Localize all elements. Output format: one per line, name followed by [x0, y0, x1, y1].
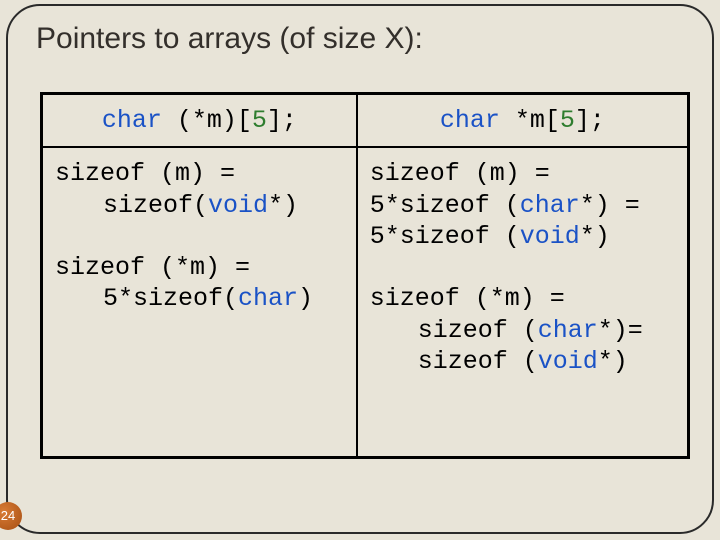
body-cell-left: sizeof (m) = sizeof(void*) sizeof (*m) =… [42, 147, 357, 457]
code-table: char (*m)[5]; char *m[5]; sizeof (m) = s… [40, 92, 690, 459]
code-right: sizeof (m) = 5*sizeof (char*) = 5*sizeof… [370, 158, 675, 377]
decl-left: char (*m)[5]; [102, 106, 297, 135]
table-body-row: sizeof (m) = sizeof(void*) sizeof (*m) =… [42, 147, 689, 457]
code-left: sizeof (m) = sizeof(void*) sizeof (*m) =… [55, 158, 344, 314]
slide-title: Pointers to arrays (of size X): [36, 22, 423, 56]
body-cell-right: sizeof (m) = 5*sizeof (char*) = 5*sizeof… [357, 147, 689, 457]
header-cell-left: char (*m)[5]; [42, 94, 357, 148]
decl-right: char *m[5]; [440, 106, 605, 135]
header-cell-right: char *m[5]; [357, 94, 689, 148]
slide-frame: Pointers to arrays (of size X): char (*m… [6, 4, 714, 534]
table-header-row: char (*m)[5]; char *m[5]; [42, 94, 689, 148]
